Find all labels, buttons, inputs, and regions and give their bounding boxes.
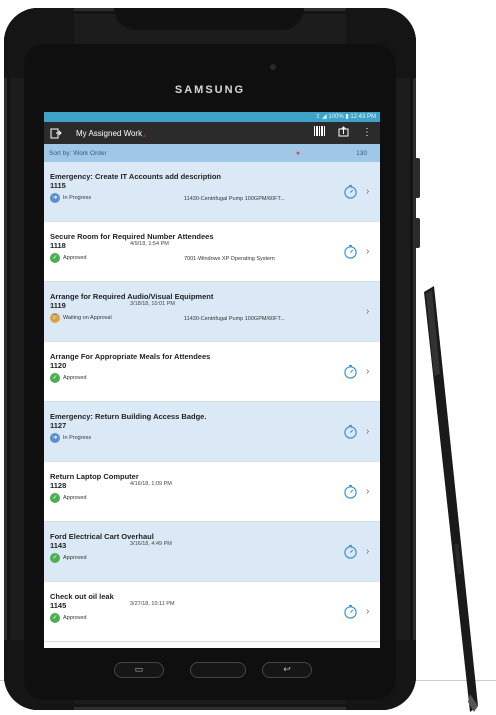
status-icon: ➜ bbox=[50, 193, 60, 203]
chevron-right-icon[interactable]: › bbox=[366, 606, 369, 617]
record-count: 130 bbox=[356, 149, 367, 157]
status-icon: ⌛ bbox=[50, 313, 60, 323]
work-order-row[interactable]: Secure Room for Required Number Attendee… bbox=[44, 222, 380, 282]
stopwatch-icon[interactable] bbox=[343, 604, 358, 619]
asset-label: 11430-Centrifugal Pump 100GPM/60FT... bbox=[184, 196, 285, 202]
status-text: Approved bbox=[63, 375, 87, 381]
work-order-row[interactable]: Return Laptop Computer 1128 4/16/18, 1:0… bbox=[44, 462, 380, 522]
status-badge: ✓ Approved bbox=[50, 253, 87, 263]
app-bar: My Assigned Work⌟ ⋮ bbox=[44, 122, 380, 144]
app-title-text: My Assigned Work bbox=[76, 128, 143, 138]
work-order-row[interactable]: Emergency: Return Building Access Badge.… bbox=[44, 402, 380, 462]
status-text: Approved bbox=[63, 615, 87, 621]
status-text: Approved bbox=[63, 555, 87, 561]
asset-label: 11430-Centrifugal Pump 100GPM/60FT... bbox=[184, 316, 285, 322]
asset-label: 7001-Windows XP Operating System bbox=[184, 256, 275, 262]
work-order-number: 1115 bbox=[50, 181, 66, 190]
more-vertical-icon[interactable]: ⋮ bbox=[360, 126, 374, 140]
status-text: In Progress bbox=[63, 195, 92, 201]
work-order-row[interactable]: Arrange for Required Audio/Visual Equipm… bbox=[44, 282, 380, 342]
sort-label: Sort by: Work Order bbox=[49, 149, 107, 157]
app-title[interactable]: My Assigned Work⌟ bbox=[76, 129, 302, 138]
status-badge: ➜ In Progress bbox=[50, 193, 91, 203]
work-order-row[interactable]: Check out oil leak 1145 3/27/18, 10:11 P… bbox=[44, 582, 380, 642]
clipboard-icon[interactable] bbox=[50, 128, 62, 139]
work-order-number: 1143 bbox=[50, 541, 67, 550]
back-button[interactable]: ↩ bbox=[262, 662, 312, 678]
status-icon: ✓ bbox=[50, 553, 60, 563]
work-order-number: 1145 bbox=[50, 601, 67, 610]
work-order-row[interactable]: Ford Electrical Cart Overhaul 1143 3/16/… bbox=[44, 522, 380, 582]
work-order-title: Arrange For Appropriate Meals for Attend… bbox=[50, 352, 211, 361]
sort-bar[interactable]: Sort by: Work Order ● 130 bbox=[44, 144, 380, 162]
work-order-number: 1127 bbox=[50, 421, 67, 430]
recent-apps-button[interactable]: ▭ bbox=[114, 662, 164, 678]
work-order-row[interactable]: Arrange For Appropriate Meals for Attend… bbox=[44, 342, 380, 402]
work-order-title: Arrange for Required Audio/Visual Equipm… bbox=[50, 292, 214, 301]
status-bar: ⇪ ◢ 100% ▮ 12:43 PM bbox=[44, 112, 380, 122]
work-order-title: Check out oil leak bbox=[50, 592, 114, 601]
work-order-number: 1120 bbox=[50, 361, 67, 370]
upload-icon[interactable] bbox=[336, 126, 350, 140]
status-badge: ✓ Approved bbox=[50, 373, 87, 383]
work-order-title: Secure Room for Required Number Attendee… bbox=[50, 232, 214, 241]
status-badge: ➜ In Progress bbox=[50, 433, 91, 443]
dropdown-caret-icon: ⌟ bbox=[142, 128, 146, 138]
work-order-title: Emergency: Create IT Accounts add descri… bbox=[50, 172, 222, 181]
work-order-list: Emergency: Create IT Accounts add descri… bbox=[44, 162, 380, 642]
status-text: Approved bbox=[63, 495, 87, 501]
chevron-right-icon[interactable]: › bbox=[366, 246, 369, 257]
brand-logo: SAMSUNG bbox=[174, 84, 246, 96]
work-order-date: 3/18/18, 10:01 PM bbox=[130, 301, 175, 307]
stopwatch-icon[interactable] bbox=[343, 424, 358, 439]
screen: ⇪ ◢ 100% ▮ 12:43 PM My Assigned Work⌟ ⋮ … bbox=[44, 112, 380, 648]
stopwatch-icon[interactable] bbox=[343, 364, 358, 379]
status-icon: ➜ bbox=[50, 433, 60, 443]
status-text: Approved bbox=[63, 255, 87, 261]
volume-button[interactable] bbox=[415, 158, 420, 198]
stopwatch-icon[interactable] bbox=[343, 184, 358, 199]
work-order-number: 1119 bbox=[50, 301, 66, 310]
status-icon: ✓ bbox=[50, 613, 60, 623]
status-text: Waiting on Approval bbox=[63, 315, 112, 321]
work-order-date: 3/27/18, 10:11 PM bbox=[130, 601, 175, 607]
barcode-icon[interactable] bbox=[312, 126, 326, 140]
sort-indicator-icon: ● bbox=[295, 149, 301, 157]
chevron-right-icon[interactable]: › bbox=[366, 306, 369, 317]
chevron-right-icon[interactable]: › bbox=[366, 186, 369, 197]
status-icon: ✓ bbox=[50, 373, 60, 383]
work-order-number: 1128 bbox=[50, 481, 67, 490]
home-button[interactable] bbox=[190, 662, 246, 678]
status-badge: ✓ Approved bbox=[50, 493, 87, 503]
work-order-date: 4/16/18, 1:09 PM bbox=[130, 481, 172, 487]
work-order-title: Emergency: Return Building Access Badge. bbox=[50, 412, 207, 421]
power-button[interactable] bbox=[415, 218, 420, 248]
stage: SAMSUNG ⇪ ◢ 100% ▮ 12:43 PM My Assigned … bbox=[0, 0, 496, 715]
chevron-right-icon[interactable]: › bbox=[366, 366, 369, 377]
camera bbox=[270, 64, 276, 70]
chevron-right-icon[interactable]: › bbox=[366, 426, 369, 437]
work-order-row[interactable]: Emergency: Create IT Accounts add descri… bbox=[44, 162, 380, 222]
status-icon: ✓ bbox=[50, 253, 60, 263]
status-badge: ✓ Approved bbox=[50, 613, 87, 623]
work-order-title: Ford Electrical Cart Overhaul bbox=[50, 532, 154, 541]
work-order-number: 1118 bbox=[50, 241, 66, 250]
chevron-right-icon[interactable]: › bbox=[366, 546, 369, 557]
stopwatch-icon[interactable] bbox=[343, 484, 358, 499]
work-order-date: 4/9/18, 1:54 PM bbox=[130, 241, 169, 247]
stopwatch-icon[interactable] bbox=[343, 244, 358, 259]
work-order-date: 3/16/18, 4:49 PM bbox=[130, 541, 172, 547]
stylus-pen bbox=[424, 286, 478, 712]
bumper-top bbox=[114, 8, 304, 30]
status-text: In Progress bbox=[63, 435, 92, 441]
status-badge: ⌛ Waiting on Approval bbox=[50, 313, 112, 323]
chevron-right-icon[interactable]: › bbox=[366, 486, 369, 497]
status-badge: ✓ Approved bbox=[50, 553, 87, 563]
status-icon: ✓ bbox=[50, 493, 60, 503]
stopwatch-icon[interactable] bbox=[343, 544, 358, 559]
work-order-title: Return Laptop Computer bbox=[50, 472, 139, 481]
